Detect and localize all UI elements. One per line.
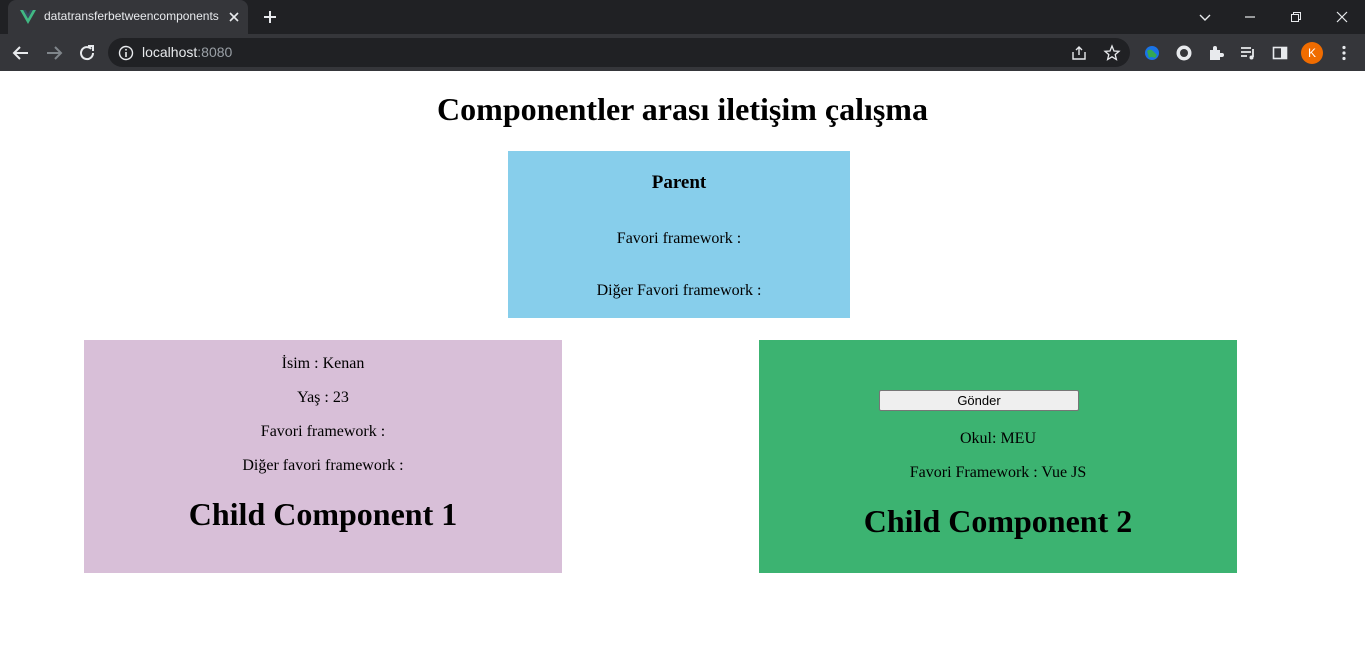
child1-other-favorite-framework: Diğer favori framework : xyxy=(242,457,404,474)
parent-heading: Parent xyxy=(651,172,707,193)
forward-arrow-icon[interactable] xyxy=(43,42,65,64)
site-info-icon[interactable] xyxy=(118,45,134,61)
new-tab-icon[interactable] xyxy=(261,8,279,26)
url-host: localhost xyxy=(142,44,198,60)
close-tab-icon[interactable] xyxy=(225,8,243,26)
parent-other-favorite-framework: Diğer Favori framework : xyxy=(596,282,762,299)
child1-name: İsim : Kenan xyxy=(281,355,365,372)
extension-circle-icon[interactable] xyxy=(1174,43,1194,63)
extensions-puzzle-icon[interactable] xyxy=(1206,43,1226,63)
parent-favorite-framework: Favori framework : xyxy=(616,230,742,247)
extension-globe-icon[interactable] xyxy=(1142,43,1162,63)
browser-toolbar: localhost:8080 K xyxy=(0,34,1365,71)
child2-favorite-framework: Favori Framework : Vue JS xyxy=(909,464,1087,481)
child1-age: Yaş : 23 xyxy=(297,389,349,406)
child2-heading: Child Component 2 xyxy=(863,503,1133,539)
url-port: :8080 xyxy=(197,44,233,60)
bookmark-star-icon[interactable] xyxy=(1103,44,1121,62)
child2-school: Okul: MEU xyxy=(960,430,1036,447)
media-queue-icon[interactable] xyxy=(1238,43,1258,63)
send-button[interactable]: Gönder xyxy=(879,390,1079,411)
menu-kebab-icon[interactable] xyxy=(1334,43,1354,63)
tab-strip: datatransferbetweencomponents xyxy=(0,0,1365,34)
close-window-icon[interactable] xyxy=(1331,6,1353,28)
profile-avatar[interactable]: K xyxy=(1301,42,1323,64)
parent-component: Parent Favori framework : Diğer Favori f… xyxy=(508,151,850,318)
address-bar[interactable]: localhost:8080 xyxy=(108,38,1130,67)
page-title: Componentler arası iletişim çalışma xyxy=(437,91,928,127)
child1-heading: Child Component 1 xyxy=(188,496,458,532)
child-component-1: İsim : Kenan Yaş : 23 Favori framework :… xyxy=(84,340,562,573)
child1-favorite-framework: Favori framework : xyxy=(260,423,386,440)
tab-search-icon[interactable] xyxy=(1194,6,1216,28)
tab-title: datatransferbetweencomponents xyxy=(44,9,219,23)
minimize-icon[interactable] xyxy=(1239,6,1261,28)
restore-icon[interactable] xyxy=(1285,6,1307,28)
reload-icon[interactable] xyxy=(76,42,98,64)
child-component-2: Gönder Okul: MEU Favori Framework : Vue … xyxy=(759,340,1237,573)
side-panel-icon[interactable] xyxy=(1270,43,1290,63)
url-text: localhost:8080 xyxy=(142,44,232,60)
back-arrow-icon[interactable] xyxy=(10,42,32,64)
share-icon[interactable] xyxy=(1070,44,1088,62)
vue-logo-icon xyxy=(20,10,36,24)
browser-tab[interactable]: datatransferbetweencomponents xyxy=(8,0,248,34)
page-content: Componentler arası iletişim çalışma Pare… xyxy=(0,71,1365,649)
